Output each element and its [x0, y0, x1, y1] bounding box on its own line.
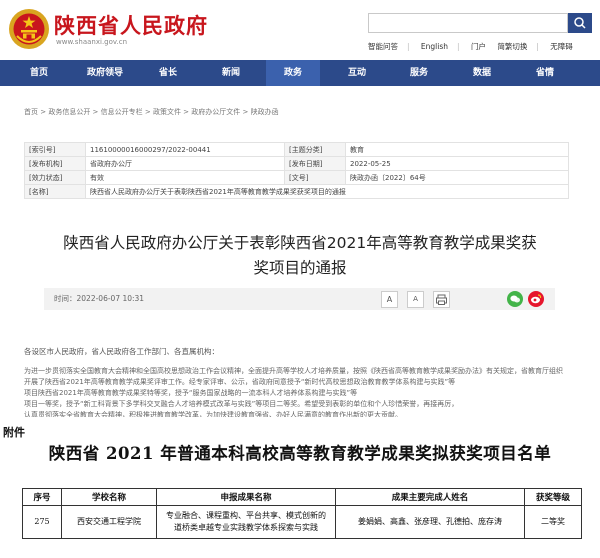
wechat-share-button[interactable]: [507, 291, 523, 307]
cell-people: 姜娟娟、高鑫、张彦理、孔德拍、庞存涛: [335, 505, 525, 539]
nav-province-info[interactable]: 省情: [518, 60, 572, 86]
info-label-date: [发布日期]: [284, 156, 346, 171]
top-links: 智能问答 | English | 门户 简繁切换 | 无障碍: [368, 42, 573, 51]
top-link-portal[interactable]: 门户: [471, 42, 486, 51]
nav-interaction[interactable]: 互动: [330, 60, 384, 86]
col-header-school: 学校名称: [61, 488, 157, 506]
info-publisher: 省政府办公厅: [85, 156, 285, 171]
nav-services[interactable]: 服务: [392, 60, 446, 86]
cell-title: 专业融合、课程重构、平台共享、模式创新的 道桥类卓越专业实践教学体系探索与实践: [156, 505, 336, 539]
top-link-qa[interactable]: 智能问答: [368, 42, 398, 51]
info-label-doc-no: [文号]: [284, 170, 346, 185]
table-row: 275 西安交通工程学院 专业融合、课程重构、平台共享、模式创新的 道桥类卓越专…: [22, 505, 582, 539]
site-title[interactable]: 陕西省人民政府: [54, 10, 208, 40]
national-emblem-icon: [9, 9, 49, 49]
nav-leaders[interactable]: 政府领导: [78, 60, 132, 86]
article-toolbar: 时间：2022-06-07 10:31 A A: [44, 288, 555, 310]
breadcrumb[interactable]: 首页 > 政务信息公开 > 信息公开专栏 > 政策文件 > 政府办公厅文件 > …: [24, 107, 279, 117]
body-line: 开展了陕西省2021年高等教育教学成果奖评审工作。经专家评审、公示，省政府同意授…: [24, 378, 456, 386]
font-enlarge-button[interactable]: A: [381, 291, 398, 308]
nav-news[interactable]: 新闻: [204, 60, 258, 86]
document-title-line-1: 陕西省人民政府办公厅关于表彰陕西省2021年高等教育教学成果奖获: [63, 234, 537, 252]
info-label-publisher: [发布机构]: [24, 156, 86, 171]
nav-government-affairs[interactable]: 政务: [266, 60, 320, 86]
info-label-name: [名称]: [24, 184, 86, 199]
info-topic: 教育: [345, 142, 569, 157]
col-header-level: 获奖等级: [524, 488, 582, 506]
info-name: 陕西省人民政府办公厅关于表彰陕西省2021年高等教育教学成果奖获奖项目的通报: [85, 184, 569, 199]
body-line: 项目一等奖，授予“新工科背景下多学科交叉融合人才培养模式改革与实践”等项目二等奖…: [24, 400, 459, 408]
cell-no: 275: [22, 505, 62, 539]
col-header-people: 成果主要完成人姓名: [335, 488, 525, 506]
info-label-topic: [主题分类]: [284, 142, 346, 157]
cell-level: 二等奖: [524, 505, 582, 539]
font-shrink-button[interactable]: A: [407, 291, 424, 308]
info-label-index: [索引号]: [24, 142, 86, 157]
body-line: 为进一步贯彻落实全国教育大会精神和全国高校思想政治工作会议精神，全面提升高等学校…: [24, 367, 563, 375]
wechat-icon: [510, 295, 520, 303]
info-index-no: 11610000016000297/2022-00441: [85, 142, 285, 157]
attachment-title: 陕西省 2021 年普通本科高校高等教育教学成果奖拟获奖项目名单: [48, 444, 552, 463]
search-input[interactable]: [368, 13, 568, 33]
nav-home[interactable]: 首页: [12, 60, 66, 86]
print-button[interactable]: [433, 291, 450, 308]
search-icon: [574, 17, 586, 29]
document-title: 陕西省人民政府办公厅关于表彰陕西省2021年高等教育教学成果奖获 奖项目的通报: [40, 231, 560, 281]
col-header-no: 序号: [22, 488, 62, 506]
attachment-label: 附件: [3, 426, 25, 439]
body-line: 项目陕西省2021年高等教育教学成果奖特等奖，授予“服务国家战略的一流本科人才培…: [24, 389, 358, 397]
document-info-table: [索引号] 11610000016000297/2022-00441 [主题分类…: [24, 142, 569, 199]
info-doc-no: 陕政办函〔2022〕64号: [345, 170, 569, 185]
col-header-title: 申报成果名称: [156, 488, 336, 506]
document-title-line-2: 奖项目的通报: [253, 259, 347, 277]
cell-school: 西安交通工程学院: [61, 505, 157, 539]
site-url: www.shaanxi.gov.cn: [56, 38, 128, 46]
main-nav: 首页 政府领导 省长 新闻 政务 互动 服务 数据 省情: [0, 60, 600, 86]
publish-time: 时间：2022-06-07 10:31: [54, 294, 145, 303]
print-icon: [436, 294, 447, 305]
award-table: 序号 学校名称 申报成果名称 成果主要完成人姓名 获奖等级 275 西安交通工程…: [22, 488, 582, 539]
search-button[interactable]: [568, 13, 592, 33]
award-table-header: 序号 学校名称 申报成果名称 成果主要完成人姓名 获奖等级: [22, 488, 582, 506]
weibo-share-button[interactable]: [528, 291, 544, 307]
cell-title-line-2: 道桥类卓越专业实践教学体系探索与实践: [174, 523, 318, 532]
info-label-status: [效力状态]: [24, 170, 86, 185]
cell-title-line-1: 专业融合、课程重构、平台共享、模式创新的: [166, 511, 326, 520]
top-link-simplified-traditional[interactable]: 简繁切换: [497, 42, 527, 51]
document-greeting: 各设区市人民政府，省人民政府各工作部门、各直属机构：: [24, 347, 219, 356]
nav-data[interactable]: 数据: [455, 60, 509, 86]
nav-governor[interactable]: 省长: [141, 60, 195, 86]
top-link-english[interactable]: English: [421, 42, 448, 51]
info-publish-date: 2022-05-25: [345, 156, 569, 171]
info-status: 有效: [85, 170, 285, 185]
weibo-icon: [531, 294, 542, 304]
top-link-accessibility[interactable]: 无障碍: [550, 42, 573, 51]
